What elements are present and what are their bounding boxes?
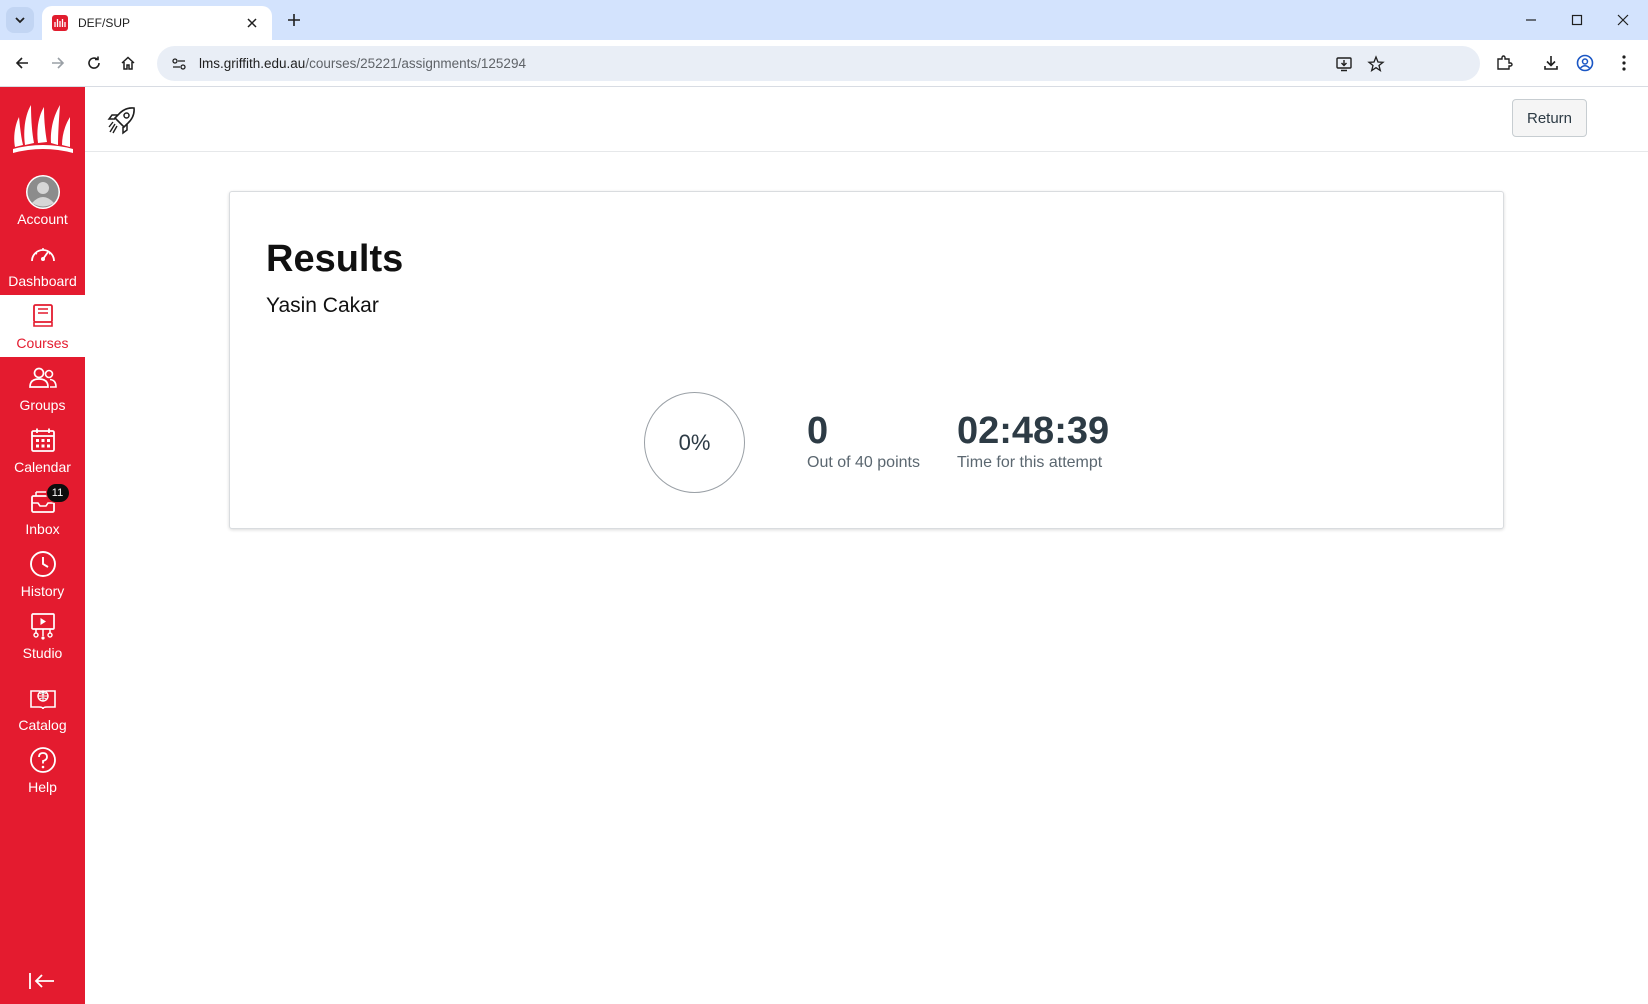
home-button[interactable] xyxy=(114,49,142,77)
nav-courses[interactable]: Courses xyxy=(0,295,85,357)
browser-menu-button[interactable] xyxy=(1610,49,1638,77)
minimize-icon xyxy=(1526,19,1536,21)
collapse-left-icon xyxy=(29,973,54,989)
nav-dashboard[interactable]: Dashboard xyxy=(0,233,85,295)
plus-icon xyxy=(288,14,300,26)
calendar-icon xyxy=(23,424,63,456)
nav-inbox[interactable]: 11 Inbox xyxy=(0,481,85,543)
nav-studio[interactable]: Studio xyxy=(0,605,85,667)
profile-icon xyxy=(1576,54,1594,72)
more-vertical-icon xyxy=(1622,55,1626,71)
return-button[interactable]: Return xyxy=(1512,99,1587,137)
nav-groups[interactable]: Groups xyxy=(0,357,85,419)
star-icon xyxy=(1367,55,1385,72)
extensions-button[interactable] xyxy=(1490,49,1518,77)
inbox-unread-badge: 11 xyxy=(45,483,70,503)
student-name: Yasin Cakar xyxy=(266,294,379,317)
back-button[interactable] xyxy=(8,49,36,77)
reload-button[interactable] xyxy=(80,49,108,77)
browser-toolbar: lms.griffith.edu.au/courses/25221/assign… xyxy=(0,40,1648,87)
points-stat: 0 Out of 40 points xyxy=(807,412,920,472)
lms-app: Account Dashboard Courses Groups Calenda xyxy=(0,87,1648,1004)
chevron-down-icon xyxy=(15,17,25,24)
global-nav-sidebar: Account Dashboard Courses Groups Calenda xyxy=(0,87,85,1004)
install-app-button[interactable] xyxy=(1330,50,1358,78)
nav-label: Inbox xyxy=(25,521,60,537)
nav-label: Catalog xyxy=(18,717,67,733)
quiz-top-bar: Return xyxy=(85,87,1648,152)
bookmark-button[interactable] xyxy=(1362,50,1390,78)
home-icon xyxy=(121,56,135,70)
download-icon xyxy=(1544,56,1558,70)
nav-label: Courses xyxy=(16,335,69,351)
profile-button[interactable] xyxy=(1571,49,1599,77)
close-window-button[interactable] xyxy=(1600,0,1646,40)
close-icon xyxy=(1617,14,1629,26)
clock-icon xyxy=(23,548,63,580)
address-bar[interactable]: lms.griffith.edu.au/courses/25221/assign… xyxy=(157,46,1480,81)
dashboard-icon xyxy=(23,238,63,270)
nav-calendar[interactable]: Calendar xyxy=(0,419,85,481)
url-text: lms.griffith.edu.au/courses/25221/assign… xyxy=(199,56,526,71)
site-settings-icon[interactable] xyxy=(169,54,189,74)
browser-tab-bar: DEF/SUP xyxy=(0,0,1648,40)
nav-label: Help xyxy=(28,779,57,795)
url-path: /courses/25221/assignments/125294 xyxy=(305,56,526,71)
rocket-icon xyxy=(107,105,137,135)
studio-icon xyxy=(23,610,63,642)
install-icon xyxy=(1336,57,1352,72)
arrow-right-icon xyxy=(52,57,65,69)
arrow-left-icon xyxy=(15,57,28,69)
nav-catalog[interactable]: Catalog xyxy=(0,673,85,739)
tab-close-icon[interactable] xyxy=(242,13,262,33)
collapse-nav-button[interactable] xyxy=(25,968,59,994)
downloads-button[interactable] xyxy=(1537,49,1565,77)
nav-history[interactable]: History xyxy=(0,543,85,605)
browser-tab[interactable]: DEF/SUP xyxy=(42,6,272,40)
book-icon xyxy=(23,300,63,332)
nav-label: Studio xyxy=(22,645,63,661)
puzzle-icon xyxy=(1497,55,1513,70)
points-label: Out of 40 points xyxy=(807,454,920,471)
score-percent: 0% xyxy=(678,429,711,455)
nav-label: History xyxy=(20,583,65,599)
maximize-button[interactable] xyxy=(1554,0,1600,40)
reload-icon xyxy=(88,56,100,69)
maximize-icon xyxy=(1571,14,1583,26)
tab-search-button[interactable] xyxy=(6,7,34,33)
griffith-logo-icon xyxy=(12,105,73,153)
nav-label: Account xyxy=(17,211,68,227)
nav-account[interactable]: Account xyxy=(0,171,85,233)
avatar-icon xyxy=(23,175,63,209)
nav-label: Dashboard xyxy=(8,273,77,289)
groups-icon xyxy=(23,362,63,394)
results-card: Results Yasin Cakar 0% 0 Out of 40 point… xyxy=(229,191,1504,529)
minimize-button[interactable] xyxy=(1508,0,1554,40)
time-label: Time for this attempt xyxy=(957,454,1103,471)
griffith-favicon-icon xyxy=(52,15,68,31)
url-host: lms.griffith.edu.au xyxy=(199,56,306,71)
time-value: 02:48:39 xyxy=(957,410,1110,452)
nav-label: Groups xyxy=(19,397,66,413)
results-heading: Results xyxy=(266,238,404,280)
tab-title: DEF/SUP xyxy=(78,16,131,30)
forward-button[interactable] xyxy=(44,49,72,77)
nav-help[interactable]: Help xyxy=(0,739,85,801)
points-value: 0 xyxy=(807,410,829,452)
catalog-icon xyxy=(23,682,63,714)
griffith-logo[interactable] xyxy=(0,87,85,171)
nav-label: Calendar xyxy=(14,459,71,475)
score-percent-circle: 0% xyxy=(644,392,745,493)
new-tab-button[interactable] xyxy=(282,8,306,32)
help-icon xyxy=(23,744,63,776)
time-stat: 02:48:39 Time for this attempt xyxy=(957,412,1109,472)
inbox-icon: 11 xyxy=(23,483,70,518)
